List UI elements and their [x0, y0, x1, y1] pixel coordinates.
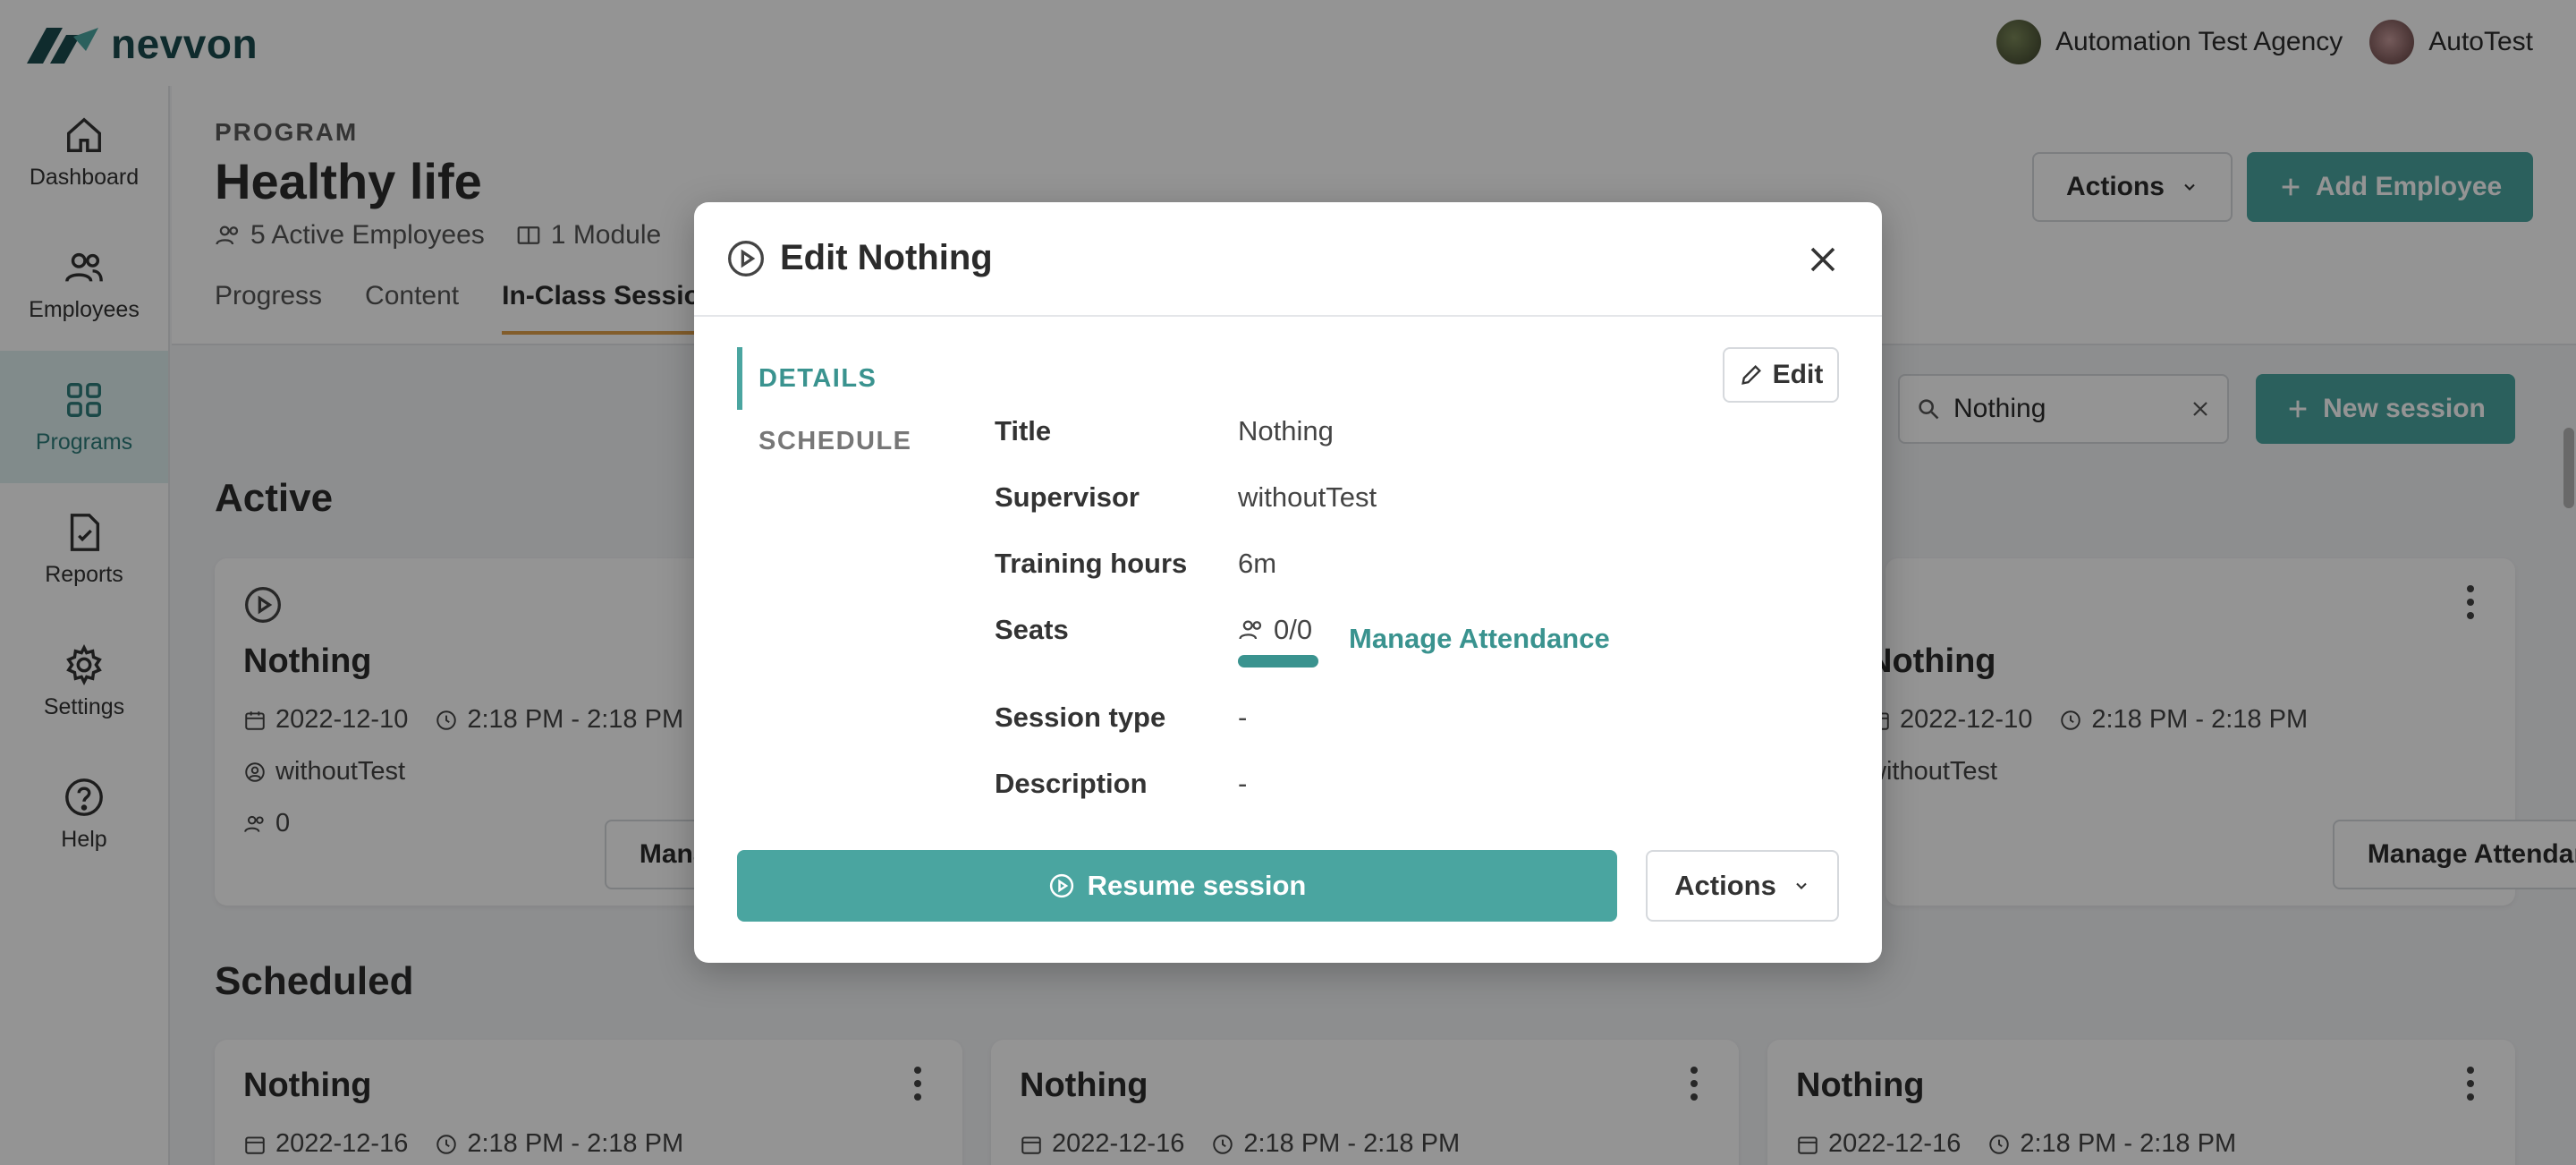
- detail-key: Training hours: [995, 548, 1188, 579]
- tab-details[interactable]: DETAILS: [737, 347, 912, 410]
- modal-actions-button[interactable]: Actions: [1646, 850, 1839, 922]
- modal-actions-label: Actions: [1674, 870, 1776, 901]
- detail-value: -: [1238, 702, 1248, 733]
- detail-key: Session type: [995, 702, 1166, 733]
- edit-details-button[interactable]: Edit: [1723, 347, 1839, 403]
- manage-attendance-link[interactable]: Manage Attendance: [1349, 623, 1610, 668]
- seats-progress-bar: [1238, 655, 1318, 668]
- modal-title: Edit Nothing: [726, 238, 993, 278]
- detail-value: -: [1238, 768, 1248, 799]
- play-circle-icon: [728, 240, 764, 276]
- play-circle-icon: [1049, 873, 1073, 898]
- seats-value: 0/0: [1274, 614, 1313, 645]
- detail-row-training-hours: Training hours 6m: [995, 548, 1276, 580]
- detail-key: Description: [995, 768, 1148, 799]
- resume-session-button[interactable]: Resume session: [737, 850, 1617, 922]
- edit-label: Edit: [1772, 360, 1824, 389]
- modal-header: Edit Nothing: [694, 202, 1882, 317]
- users-icon: [1239, 620, 1262, 640]
- detail-row-description: Description -: [995, 768, 1247, 800]
- resume-session-label: Resume session: [1087, 870, 1307, 901]
- modal-title-text: Edit Nothing: [780, 238, 993, 277]
- modal-section-nav: DETAILS SCHEDULE: [737, 347, 912, 472]
- edit-session-modal: Edit Nothing DETAILS SCHEDULE Edit Title…: [694, 202, 1882, 963]
- pencil-icon: [1741, 365, 1761, 385]
- detail-row-supervisor: Supervisor withoutTest: [995, 481, 1377, 514]
- close-icon[interactable]: [1807, 243, 1839, 276]
- tab-schedule[interactable]: SCHEDULE: [737, 410, 912, 472]
- app-page: nevvon Automation Test Agency AutoTest D…: [0, 0, 2576, 1165]
- seats-count: 0/0: [1238, 614, 1318, 646]
- detail-value: Nothing: [1238, 415, 1334, 446]
- detail-row-seats: Seats 0/0 Manage Attendance: [995, 614, 1610, 668]
- detail-key: Title: [995, 415, 1052, 446]
- detail-row-title: Title Nothing: [995, 415, 1334, 447]
- detail-row-session-type: Session type -: [995, 702, 1247, 734]
- seats-widget: 0/0: [1238, 614, 1318, 668]
- detail-key: Supervisor: [995, 481, 1140, 513]
- detail-value: 6m: [1238, 548, 1277, 579]
- chevron-down-icon: [1796, 882, 1807, 889]
- detail-value: withoutTest: [1238, 481, 1377, 513]
- detail-key: Seats: [995, 614, 1069, 645]
